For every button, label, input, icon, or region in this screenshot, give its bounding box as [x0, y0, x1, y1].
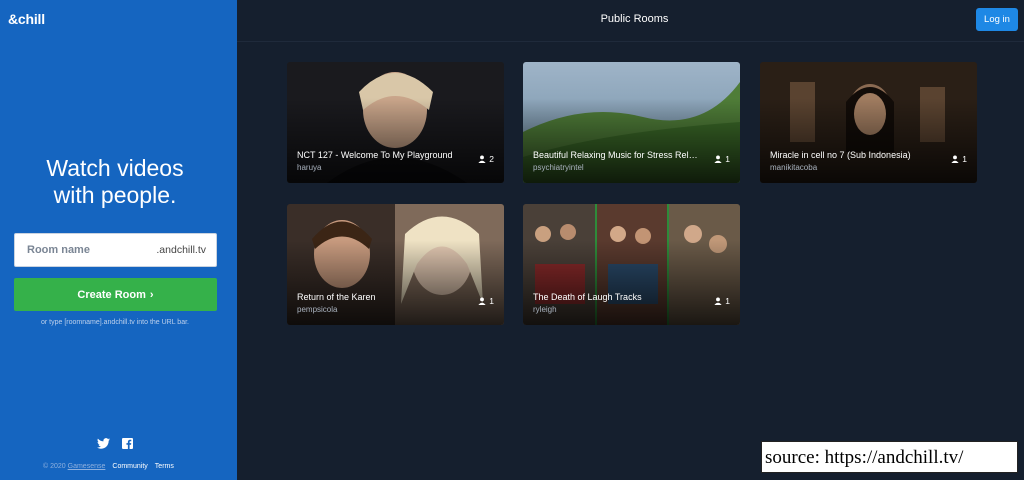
room-card[interactable]: The Death of Laugh Tracks ryleigh 1 — [523, 204, 740, 325]
source-caption: source: https://andchill.tv/ — [761, 441, 1018, 473]
sidebar: &chill Watch videos with people. .andchi… — [0, 0, 237, 480]
terms-link[interactable]: Terms — [155, 463, 174, 470]
create-room-label: Create Room — [77, 288, 146, 301]
room-host: manikitacoba — [770, 163, 818, 172]
viewer-count: 2 — [478, 154, 494, 164]
room-name-field: .andchill.tv — [14, 233, 217, 267]
user-icon — [478, 297, 486, 305]
viewer-count: 1 — [478, 296, 494, 306]
tagline-line-1: Watch videos — [46, 155, 184, 181]
room-name-input[interactable] — [15, 234, 155, 266]
chevron-right-icon: › — [149, 288, 154, 301]
room-host: psychiatryintel — [533, 163, 584, 172]
user-icon — [714, 297, 722, 305]
tagline-line-2: with people. — [53, 182, 177, 208]
top-bar: Public Rooms Log in — [237, 0, 1024, 42]
app-logo[interactable]: &chill — [8, 11, 45, 27]
tagline: Watch videos with people. — [0, 155, 230, 209]
footer: © 2020 Gamesense Community Terms — [43, 463, 174, 470]
viewer-count: 1 — [714, 154, 730, 164]
user-icon — [714, 155, 722, 163]
room-host: ryleigh — [533, 305, 557, 314]
create-room-button[interactable]: Create Room › — [14, 278, 217, 311]
room-title: NCT 127 - Welcome To My Playground — [297, 150, 453, 160]
user-icon — [951, 155, 959, 163]
room-title: Beautiful Relaxing Music for Stress Reli… — [533, 150, 698, 160]
facebook-icon[interactable] — [122, 436, 133, 454]
page-title: Public Rooms — [600, 13, 669, 25]
social-links — [97, 436, 133, 454]
room-card[interactable]: Miracle in cell no 7 (Sub Indonesia) man… — [760, 62, 977, 183]
room-host: haruya — [297, 163, 322, 172]
room-title: The Death of Laugh Tracks — [533, 292, 642, 302]
room-host: pempsicola — [297, 305, 338, 314]
source-text: source: https://andchill.tv/ — [765, 447, 964, 468]
twitter-icon[interactable] — [97, 436, 110, 454]
room-card[interactable]: NCT 127 - Welcome To My Playground haruy… — [287, 62, 504, 183]
company-link[interactable]: Gamesense — [68, 463, 106, 470]
room-title: Return of the Karen — [297, 292, 376, 302]
login-button[interactable]: Log in — [976, 8, 1018, 31]
viewer-count: 1 — [714, 296, 730, 306]
copyright: © 2020 — [43, 463, 66, 470]
url-hint: or type [roomname].andchill.tv into the … — [41, 319, 189, 326]
room-domain-suffix: .andchill.tv — [156, 244, 206, 256]
room-card[interactable]: Beautiful Relaxing Music for Stress Reli… — [523, 62, 740, 183]
room-card[interactable]: Return of the Karen pempsicola 1 — [287, 204, 504, 325]
community-link[interactable]: Community — [112, 463, 147, 470]
user-icon — [478, 155, 486, 163]
viewer-count: 1 — [951, 154, 967, 164]
room-title: Miracle in cell no 7 (Sub Indonesia) — [770, 150, 911, 160]
